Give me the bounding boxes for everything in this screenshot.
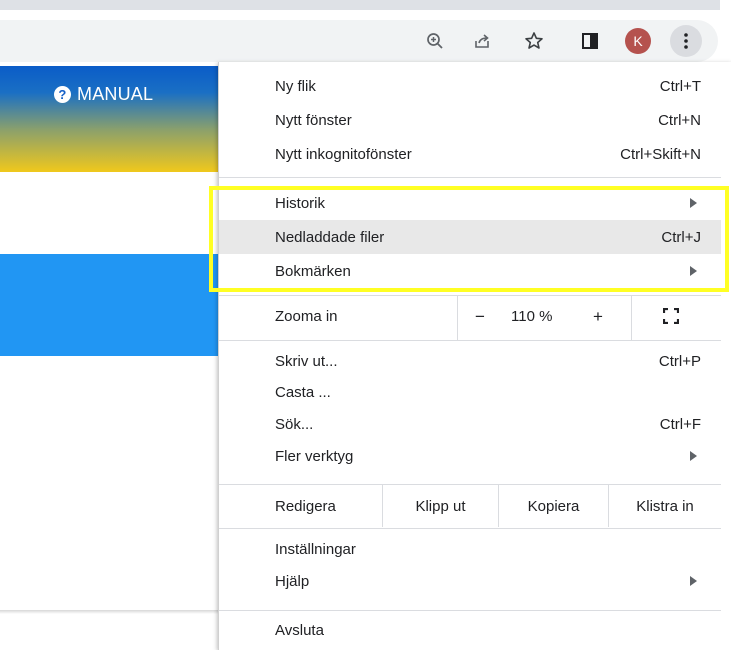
- menu-item-label: Fler verktyg: [275, 447, 354, 465]
- submenu-arrow-icon: [690, 576, 697, 586]
- menu-item-print[interactable]: Skriv ut... Ctrl+P: [219, 344, 721, 378]
- menu-item-label: Nytt inkognitofönster: [275, 145, 412, 163]
- menu-item-label: Sök...: [275, 415, 314, 433]
- zoom-in-button[interactable]: +: [593, 307, 603, 327]
- menu-item-shortcut: Ctrl+Skift+N: [620, 145, 701, 163]
- menu-item-label: Hjälp: [275, 572, 310, 590]
- fullscreen-icon[interactable]: [662, 307, 680, 329]
- menu-item-shortcut: Ctrl+F: [659, 415, 701, 433]
- avatar-letter: K: [633, 33, 643, 49]
- menu-item-label: Ny flik: [275, 77, 316, 95]
- zoom-row: Zooma in − 110 % +: [219, 296, 721, 340]
- copy-button[interactable]: Kopiera: [499, 485, 608, 527]
- menu-item-exit[interactable]: Avsluta: [219, 613, 721, 647]
- tab-strip-divider: [0, 10, 720, 11]
- menu-item-label: Avsluta: [275, 621, 324, 639]
- zoom-level: 110 %: [511, 308, 553, 325]
- bookmark-star-icon[interactable]: [519, 26, 549, 56]
- cut-button[interactable]: Klipp ut: [383, 485, 498, 527]
- edit-row: Redigera Klipp ut Kopiera Klistra in: [219, 485, 721, 527]
- paste-button[interactable]: Klistra in: [609, 485, 721, 527]
- manual-label: MANUAL: [77, 84, 154, 104]
- menu-item-new-window[interactable]: Nytt fönster Ctrl+N: [219, 103, 721, 137]
- menu-item-shortcut: Ctrl+T: [659, 77, 701, 95]
- menu-item-cast[interactable]: Casta ...: [219, 375, 721, 409]
- menu-item-find[interactable]: Sök... Ctrl+F: [219, 407, 721, 441]
- menu-item-label: Bokmärken: [275, 262, 351, 280]
- menu-separator: [219, 177, 721, 178]
- submenu-arrow-icon: [690, 266, 697, 276]
- zoom-label: Zooma in: [275, 308, 338, 325]
- side-panel-icon[interactable]: [575, 26, 605, 56]
- menu-item-bookmarks[interactable]: Bokmärken: [219, 254, 721, 288]
- menu-item-more-tools[interactable]: Fler verktyg: [219, 439, 721, 473]
- avatar[interactable]: K: [625, 28, 651, 54]
- manual-link[interactable]: ? MANUAL: [54, 84, 153, 105]
- menu-separator: [219, 610, 721, 611]
- edit-label: Redigera: [275, 497, 336, 515]
- zoom-out-button[interactable]: −: [475, 307, 485, 327]
- menu-item-label: Inställningar: [275, 540, 356, 558]
- menu-item-label: Historik: [275, 194, 326, 212]
- submenu-arrow-icon: [690, 198, 697, 208]
- page-banner: [0, 66, 218, 172]
- menu-item-history[interactable]: Historik: [219, 186, 721, 220]
- menu-item-new-tab[interactable]: Ny flik Ctrl+T: [219, 69, 721, 103]
- menu-item-label: Skriv ut...: [275, 352, 338, 370]
- tab-strip: [0, 0, 720, 10]
- menu-item-label: Casta ...: [275, 383, 331, 401]
- kebab-icon: [684, 33, 688, 49]
- page-footer-shadow: [0, 610, 218, 614]
- menu-separator: [219, 340, 721, 341]
- menu-item-shortcut: Ctrl+P: [658, 352, 701, 370]
- menu-item-label: Nytt fönster: [275, 111, 352, 129]
- menu-item-settings[interactable]: Inställningar: [219, 532, 721, 566]
- zoom-divider: [457, 296, 458, 340]
- menu-item-new-incognito[interactable]: Nytt inkognitofönster Ctrl+Skift+N: [219, 137, 721, 171]
- menu-item-downloads[interactable]: Nedladdade filer Ctrl+J: [219, 220, 721, 254]
- page-blue-box: [0, 254, 218, 356]
- browser-menu: Ny flik Ctrl+T Nytt fönster Ctrl+N Nytt …: [218, 62, 731, 650]
- zoom-divider: [631, 296, 632, 340]
- menu-item-label: Nedladdade filer: [275, 228, 385, 246]
- menu-button[interactable]: [670, 25, 702, 57]
- menu-separator: [219, 528, 721, 529]
- menu-item-help[interactable]: Hjälp: [219, 564, 721, 598]
- address-bar[interactable]: [0, 20, 718, 62]
- submenu-arrow-icon: [690, 451, 697, 461]
- zoom-icon[interactable]: [420, 26, 450, 56]
- menu-item-shortcut: Ctrl+J: [661, 228, 701, 246]
- share-icon[interactable]: [467, 26, 497, 56]
- menu-item-shortcut: Ctrl+N: [658, 111, 701, 129]
- question-icon: ?: [54, 86, 71, 103]
